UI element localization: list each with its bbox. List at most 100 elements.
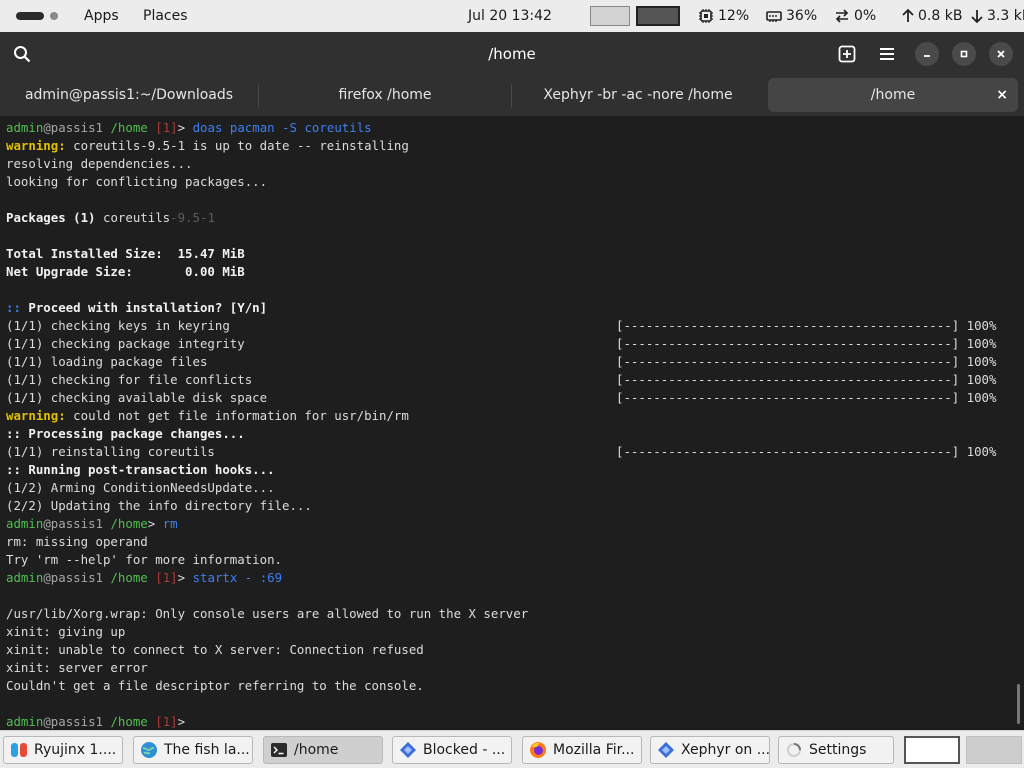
progress-bar: [---------------------------------------… — [616, 336, 997, 351]
xephyr-icon — [657, 741, 675, 759]
memory-indicator[interactable]: 36% — [766, 0, 817, 32]
tab-downloads[interactable]: admin@passis1:~/Downloads — [0, 78, 258, 112]
terminal-line: looking for conflicting packages... — [6, 174, 268, 189]
tab-home-active[interactable]: /home × — [768, 78, 1018, 112]
arrow-up-icon — [902, 8, 914, 24]
progress-line: (1/1) checking package integrity [-------… — [6, 336, 997, 351]
taskbar-item-fish[interactable]: The fish la... — [133, 736, 253, 764]
terminal-line: Try 'rm --help' for more information. — [6, 552, 283, 567]
taskbar-item-firefox[interactable]: Mozilla Fir... — [522, 736, 642, 764]
xephyr-icon — [399, 741, 417, 759]
terminal-line: admin@passis1 /home [1]> doas pacman -S … — [6, 120, 372, 135]
terminal-line: (2/2) Updating the info directory file..… — [6, 498, 312, 513]
terminal-line: warning: coreutils-9.5-1 is up to date -… — [6, 138, 409, 153]
taskbar-item-ryujinx[interactable]: Ryujinx 1.... — [3, 736, 123, 764]
workspace-1[interactable] — [590, 6, 630, 26]
terminal-prompt[interactable]: admin@passis1 /home [1]> — [6, 713, 1016, 731]
taskbar-item-xephyr[interactable]: Xephyr on ... — [650, 736, 770, 764]
taskbar-item-label: The fish la... — [164, 742, 250, 758]
tab-close-icon[interactable]: × — [996, 78, 1008, 112]
minimize-button[interactable] — [915, 42, 939, 66]
cpu-indicator[interactable]: 12% — [698, 0, 749, 32]
terminal-line: admin@passis1 /home> rm — [6, 516, 178, 531]
top-panel: Apps Places Jul 20 13:42 12% 36% 0% 0.8 … — [0, 0, 1024, 32]
terminal-line: :: Running post-transaction hooks... — [6, 462, 275, 477]
cpu-icon — [698, 8, 714, 24]
net-up-value: 0.8 kB — [918, 8, 963, 24]
terminal-output: admin@passis1 /home [1]> doas pacman -S … — [6, 119, 1016, 731]
swap-value: 0% — [854, 8, 877, 24]
terminal-line: resolving dependencies... — [6, 156, 193, 171]
workspace-2[interactable] — [636, 6, 680, 26]
loading-spinner-icon — [785, 741, 803, 759]
maximize-button[interactable] — [952, 42, 976, 66]
workspace-dot[interactable] — [50, 12, 58, 20]
memory-icon — [766, 8, 782, 24]
ryujinx-icon — [10, 741, 28, 759]
terminal-line: Couldn't get a file descriptor referring… — [6, 678, 424, 693]
net-down-indicator[interactable]: 3.3 kB — [971, 0, 1024, 32]
terminal-line: (1/2) Arming ConditionNeedsUpdate... — [6, 480, 275, 495]
terminal-line: :: Processing package changes... — [6, 426, 245, 441]
terminal-line: rm: missing operand — [6, 534, 148, 549]
progress-bar: [---------------------------------------… — [616, 444, 997, 459]
progress-bar: [---------------------------------------… — [616, 390, 997, 405]
scrollbar-thumb[interactable] — [1017, 684, 1020, 724]
tab-bar: admin@passis1:~/Downloads firefox /home … — [0, 76, 1024, 116]
terminal-line: Total Installed Size: 15.47 MiB — [6, 246, 245, 261]
terminal-line: xinit: unable to connect to X server: Co… — [6, 642, 424, 657]
tab-xephyr[interactable]: Xephyr -br -ac -nore /home — [512, 78, 764, 112]
progress-line: (1/1) checking keys in keyring [---------… — [6, 318, 997, 333]
memory-value: 36% — [786, 8, 818, 24]
progress-bar: [---------------------------------------… — [616, 354, 997, 369]
progress-bar: [---------------------------------------… — [616, 372, 997, 387]
globe-icon — [140, 741, 158, 759]
terminal-headerbar: /home — [0, 32, 1024, 76]
taskbar: Ryujinx 1.... The fish la... /home Block… — [0, 730, 1024, 768]
tab-label: admin@passis1:~/Downloads — [24, 87, 234, 103]
tab-label: Xephyr -br -ac -nore /home — [543, 87, 733, 103]
workspace-switcher-2[interactable] — [966, 736, 1022, 764]
swap-indicator[interactable]: 0% — [834, 0, 876, 32]
taskbar-item-label: Settings — [809, 742, 867, 758]
taskbar-item-blocked[interactable]: Blocked - ... — [392, 736, 512, 764]
terminal-line: warning: could not get file information … — [6, 408, 409, 423]
new-tab-icon[interactable] — [837, 44, 857, 64]
arrow-down-icon — [971, 8, 983, 24]
taskbar-item-label: Xephyr on ... — [681, 742, 770, 758]
taskbar-item-label: /home — [294, 742, 339, 758]
terminal-view[interactable]: admin@passis1 /home [1]> doas pacman -S … — [0, 116, 1024, 730]
terminal-line: admin@passis1 /home [1]> startx - :69 — [6, 570, 283, 585]
progress-line: (1/1) reinstalling coreutils [-----------… — [6, 444, 997, 459]
tab-label: /home — [870, 87, 916, 103]
progress-line: (1/1) checking available disk space [----… — [6, 390, 997, 405]
terminal-line: xinit: giving up — [6, 624, 126, 639]
net-up-indicator[interactable]: 0.8 kB — [902, 0, 962, 32]
taskbar-item-settings[interactable]: Settings — [778, 736, 894, 764]
progress-line: (1/1) checking for file conflicts [------… — [6, 372, 997, 387]
apps-menu[interactable]: Apps — [84, 0, 119, 32]
window-title: /home — [488, 45, 536, 63]
activities-indicator[interactable] — [16, 12, 44, 20]
progress-bar: [---------------------------------------… — [616, 318, 997, 333]
terminal-line: /usr/lib/Xorg.wrap: Only console users a… — [6, 606, 529, 621]
hamburger-menu-icon[interactable] — [877, 44, 897, 64]
close-button[interactable] — [989, 42, 1013, 66]
terminal-line: Net Upgrade Size: 0.00 MiB — [6, 264, 245, 279]
workspace-switcher-1[interactable] — [904, 736, 960, 764]
clock[interactable]: Jul 20 13:42 — [468, 0, 552, 32]
taskbar-item-label: Mozilla Fir... — [553, 742, 635, 758]
taskbar-item-terminal[interactable]: /home — [263, 736, 383, 764]
cpu-value: 12% — [718, 8, 750, 24]
firefox-icon — [529, 741, 547, 759]
taskbar-item-label: Ryujinx 1.... — [34, 742, 117, 758]
tab-label: firefox /home — [338, 87, 432, 103]
progress-line: (1/1) loading package files [------------… — [6, 354, 997, 369]
tab-firefox[interactable]: firefox /home — [259, 78, 511, 112]
places-menu[interactable]: Places — [143, 0, 188, 32]
